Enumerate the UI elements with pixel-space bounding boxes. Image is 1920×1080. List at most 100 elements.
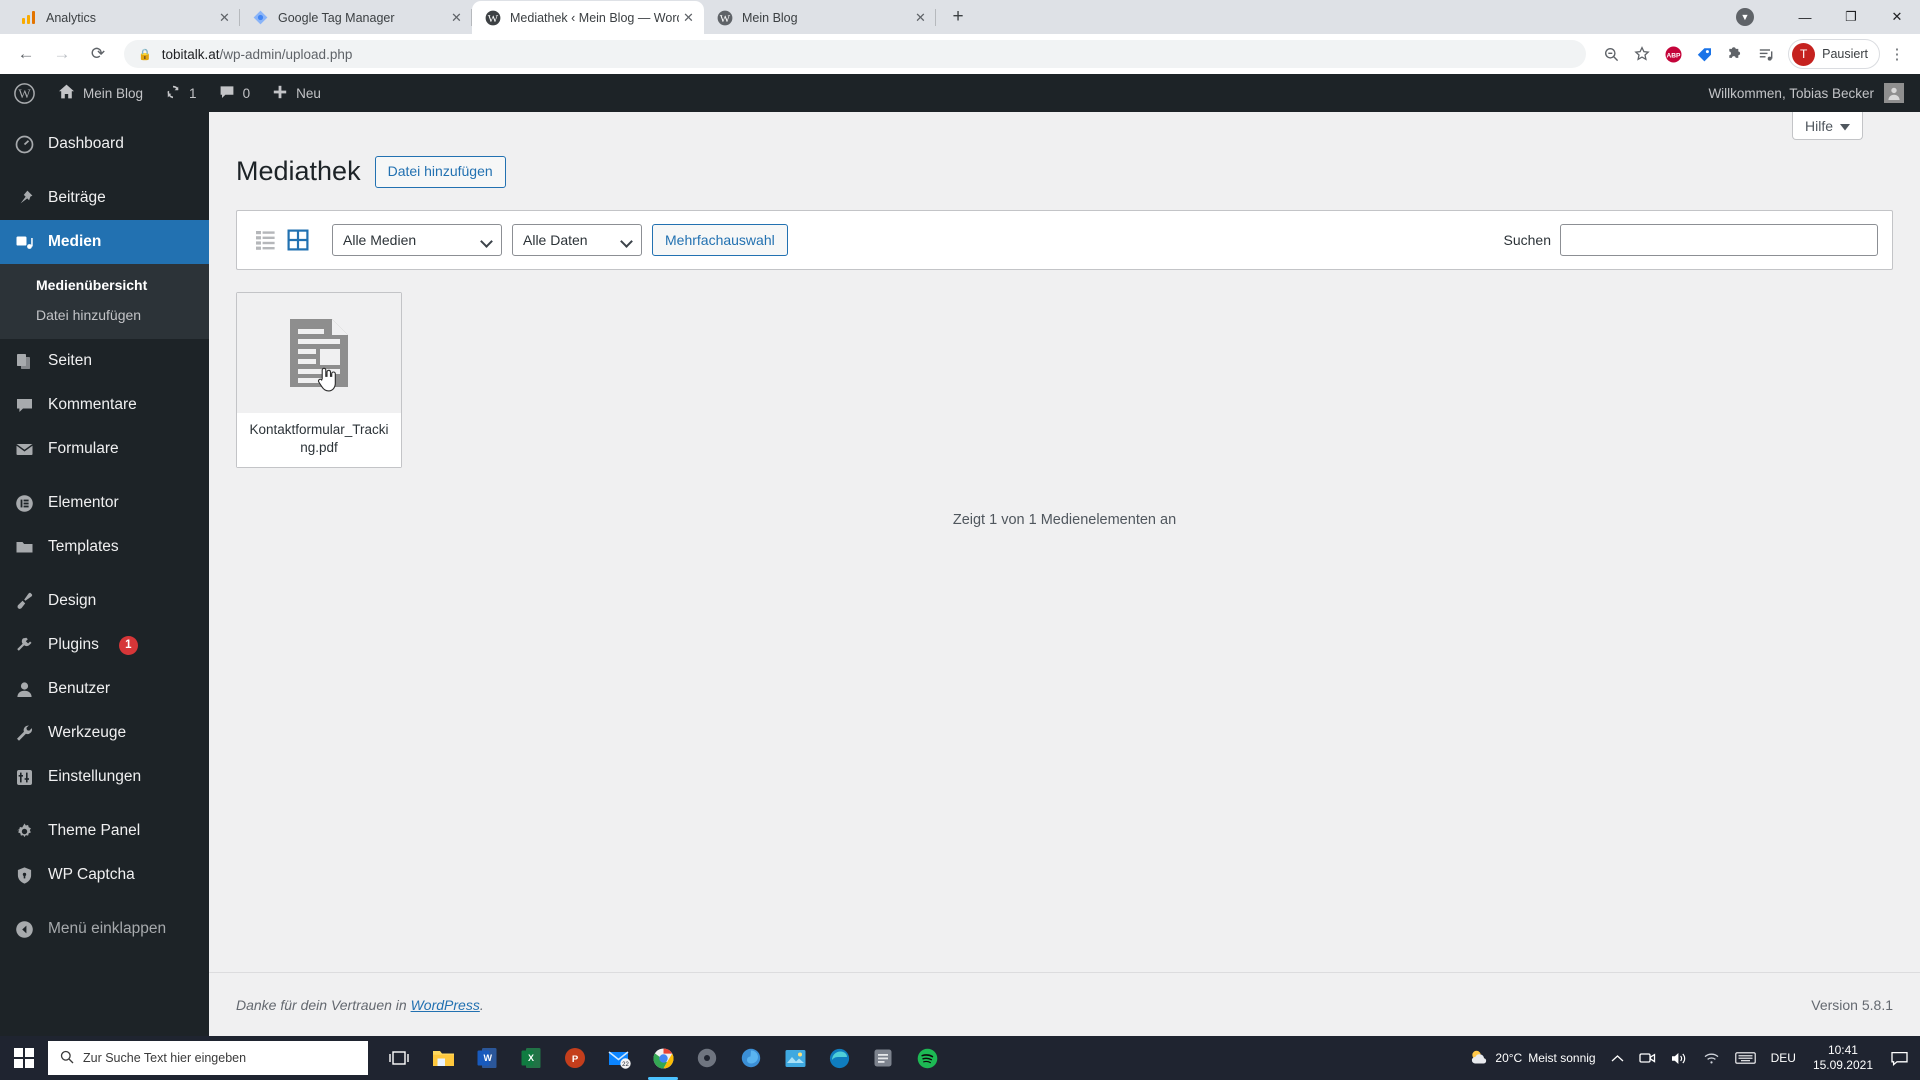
adminbar-comments[interactable]: 0 <box>208 74 262 112</box>
excel-icon[interactable]: X <box>510 1036 552 1080</box>
sidebar-item-plugins[interactable]: Plugins 1 <box>0 623 209 667</box>
sidebar-item-design[interactable]: Design <box>0 579 209 623</box>
media-type-filter[interactable]: Alle Medien <box>332 223 502 256</box>
minimize-button[interactable]: — <box>1782 1 1828 33</box>
language-indicator[interactable]: DEU <box>1765 1051 1802 1065</box>
browser-tab-google-tag-manager[interactable]: Google Tag Manager ✕ <box>240 1 472 34</box>
adminbar-account[interactable]: Willkommen, Tobias Becker <box>1708 83 1920 103</box>
close-icon[interactable]: ✕ <box>447 8 466 27</box>
bulk-select-button[interactable]: Mehrfachauswahl <box>652 223 788 256</box>
media-toolbar: Alle Medien Alle Daten Mehrfachauswahl S… <box>236 209 1893 270</box>
volume-icon[interactable] <box>1665 1051 1694 1066</box>
add-file-button[interactable]: Datei hinzufügen <box>374 156 506 188</box>
back-button[interactable]: ← <box>10 38 42 70</box>
grey-app-icon[interactable] <box>862 1036 904 1080</box>
grid-view-icon[interactable] <box>283 225 312 254</box>
new-tab-button[interactable]: + <box>944 3 972 31</box>
download-indicator-icon[interactable]: ▼ <box>1736 8 1754 26</box>
notification-icon[interactable] <box>1884 1051 1914 1066</box>
address-bar[interactable]: 🔒 tobitalk.at /wp-admin/upload.php <box>124 40 1587 68</box>
search-input[interactable] <box>1560 223 1878 256</box>
camera-icon[interactable] <box>1633 1051 1662 1065</box>
help-tab[interactable]: Hilfe <box>1791 112 1863 140</box>
adblock-plus-icon[interactable]: ABP <box>1659 40 1687 68</box>
weather-widget[interactable]: 20°C Meist sonnig <box>1463 1048 1601 1069</box>
tag-extension-icon[interactable] <box>1690 40 1718 68</box>
date-filter[interactable]: Alle Daten <box>512 223 642 256</box>
sidebar-item-label: Beiträge <box>48 189 106 206</box>
extensions-puzzle-icon[interactable] <box>1721 40 1749 68</box>
file-explorer-icon[interactable] <box>422 1036 464 1080</box>
disc-icon[interactable] <box>686 1036 728 1080</box>
taskbar-search-box[interactable]: Zur Suche Text hier eingeben <box>48 1041 368 1075</box>
sidebar-item-label: Templates <box>48 538 119 555</box>
sidebar-item-medien[interactable]: Medien <box>0 220 209 264</box>
home-icon <box>58 83 75 103</box>
sidebar-item-benutzer[interactable]: Benutzer <box>0 667 209 711</box>
plug-icon <box>14 636 35 655</box>
sidebar-subitem-datei-hinzufuegen[interactable]: Datei hinzufügen <box>0 300 209 330</box>
sidebar-item-kommentare[interactable]: Kommentare <box>0 383 209 427</box>
plugins-update-badge: 1 <box>118 635 138 655</box>
spotify-icon[interactable] <box>906 1036 948 1080</box>
media-item[interactable]: Kontaktformular_Tracking.pdf <box>236 291 402 469</box>
windows-taskbar: Zur Suche Text hier eingeben W X P 22 20… <box>0 1036 1920 1080</box>
sidebar-item-wp-captcha[interactable]: WP Captcha <box>0 853 209 897</box>
browser-tab-mediathek[interactable]: W Mediathek ‹ Mein Blog — WordP ✕ <box>472 1 704 34</box>
wordpress-logo-icon[interactable]: W <box>0 74 47 112</box>
show-hidden-icons-chevron[interactable] <box>1605 1054 1630 1063</box>
wifi-icon[interactable] <box>1697 1051 1726 1065</box>
list-view-icon[interactable] <box>251 225 280 254</box>
browser-profile-button[interactable]: T Pausiert <box>1788 39 1880 69</box>
browser-menu-button[interactable]: ⋮ <box>1884 39 1910 69</box>
chrome-icon[interactable] <box>642 1036 684 1080</box>
close-window-button[interactable]: ✕ <box>1874 1 1920 33</box>
reading-list-icon[interactable] <box>1752 40 1780 68</box>
sidebar-item-label: Medien <box>48 233 102 250</box>
mail-icon[interactable]: 22 <box>598 1036 640 1080</box>
weather-temp: 20°C <box>1495 1051 1523 1065</box>
close-icon[interactable]: ✕ <box>679 8 698 27</box>
photos-icon[interactable] <box>774 1036 816 1080</box>
maximize-button[interactable]: ❐ <box>1828 1 1874 33</box>
sidebar-item-seiten[interactable]: Seiten <box>0 339 209 383</box>
browser-tab-mein-blog[interactable]: W Mein Blog ✕ <box>704 1 936 34</box>
sidebar-item-theme-panel[interactable]: Theme Panel <box>0 809 209 853</box>
sidebar-item-formulare[interactable]: Formulare <box>0 427 209 471</box>
forward-button[interactable]: → <box>46 38 78 70</box>
windows-start-icon[interactable] <box>0 1036 48 1080</box>
sidebar-item-dashboard[interactable]: Dashboard <box>0 122 209 166</box>
sidebar-subitem-medienuebersicht[interactable]: Medienübersicht <box>0 270 209 300</box>
word-icon[interactable]: W <box>466 1036 508 1080</box>
browser-tab-title: Mein Blog <box>742 10 798 25</box>
menu-spacer <box>0 166 209 176</box>
bookmark-star-icon[interactable] <box>1628 40 1656 68</box>
taskbar-clock[interactable]: 10:41 15.09.2021 <box>1805 1043 1881 1073</box>
admin-footer: Danke für dein Vertrauen in WordPress. V… <box>209 972 1920 1036</box>
sidebar-item-beitraege[interactable]: Beiträge <box>0 176 209 220</box>
paintbrush-icon <box>14 592 35 611</box>
envelope-icon <box>14 440 35 459</box>
collapse-menu-button[interactable]: Menü einklappen <box>0 907 209 951</box>
powerpoint-icon[interactable]: P <box>554 1036 596 1080</box>
wordpress-link[interactable]: WordPress <box>411 997 480 1013</box>
menu-spacer <box>0 569 209 579</box>
browser-tab-analytics[interactable]: Analytics ✕ <box>8 1 240 34</box>
edge-icon[interactable] <box>818 1036 860 1080</box>
sidebar-item-elementor[interactable]: Elementor <box>0 481 209 525</box>
view-switch <box>251 225 312 254</box>
sidebar-item-werkzeuge[interactable]: Werkzeuge <box>0 711 209 755</box>
close-icon[interactable]: ✕ <box>911 8 930 27</box>
sidebar-item-einstellungen[interactable]: Einstellungen <box>0 755 209 799</box>
adminbar-new[interactable]: Neu <box>261 74 332 112</box>
keyboard-icon[interactable] <box>1729 1051 1762 1065</box>
task-view-icon[interactable] <box>378 1036 420 1080</box>
zoom-icon[interactable] <box>1597 40 1625 68</box>
updates-icon <box>165 84 181 103</box>
firefox-icon[interactable] <box>730 1036 772 1080</box>
reload-button[interactable]: ⟳ <box>82 38 114 70</box>
adminbar-updates[interactable]: 1 <box>154 74 208 112</box>
close-icon[interactable]: ✕ <box>215 8 234 27</box>
sidebar-item-templates[interactable]: Templates <box>0 525 209 569</box>
adminbar-site-name[interactable]: Mein Blog <box>47 74 154 112</box>
